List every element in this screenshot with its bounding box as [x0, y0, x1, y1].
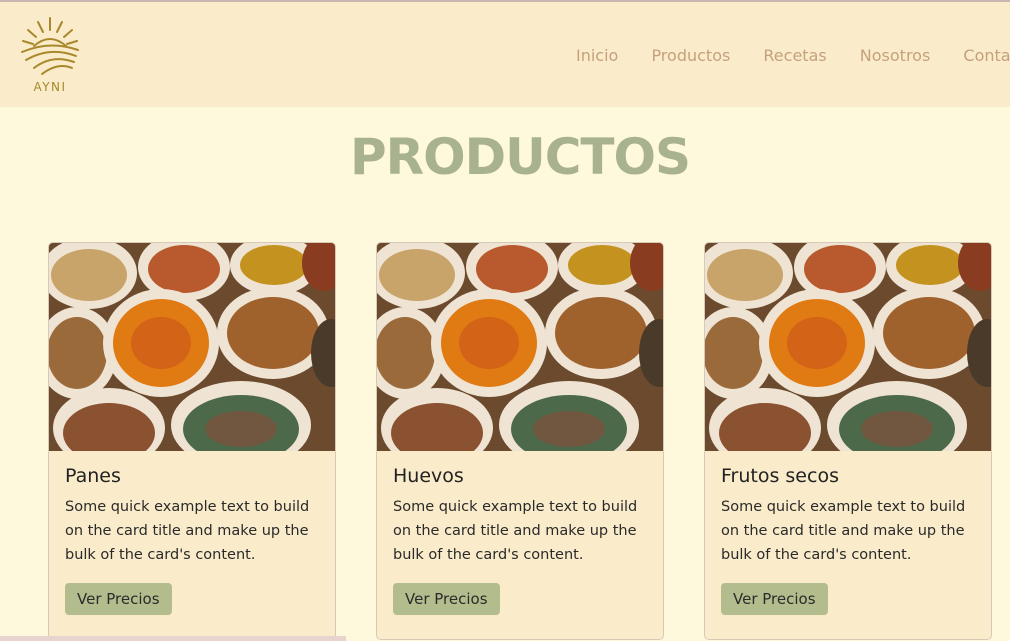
ver-precios-button[interactable]: Ver Precios	[393, 583, 500, 615]
navbar: AYNI Inicio Productos Recetas Nosotros C…	[0, 2, 1010, 107]
ver-precios-button[interactable]: Ver Precios	[65, 583, 172, 615]
product-card: Panes Some quick example text to build o…	[48, 242, 336, 640]
sun-fields-logo-icon	[21, 17, 79, 75]
nav-item-productos[interactable]: Productos	[651, 46, 730, 65]
card-title: Panes	[65, 465, 121, 487]
card-text: Some quick example text to build on the …	[721, 499, 966, 563]
nav-item-contact[interactable]: Contact	[963, 46, 1010, 65]
nuts-grains-image	[705, 243, 991, 451]
nav-item-inicio[interactable]: Inicio	[576, 46, 618, 65]
logo[interactable]: AYNI	[18, 16, 82, 100]
nav-item-recetas[interactable]: Recetas	[763, 46, 826, 65]
card-title: Frutos secos	[721, 465, 839, 487]
bottom-strip	[0, 636, 346, 641]
logo-text: AYNI	[33, 80, 67, 94]
card-text: Some quick example text to build on the …	[393, 499, 638, 563]
main-nav: Inicio Productos Recetas Nosotros Contac…	[576, 46, 1010, 65]
product-card: Frutos secos Some quick example text to …	[704, 242, 992, 640]
nuts-grains-image	[49, 243, 335, 451]
card-title: Huevos	[393, 465, 464, 487]
nav-item-nosotros[interactable]: Nosotros	[860, 46, 931, 65]
product-card: Huevos Some quick example text to build …	[376, 242, 664, 640]
card-text: Some quick example text to build on the …	[65, 499, 310, 563]
nuts-grains-image	[377, 243, 663, 451]
ver-precios-button[interactable]: Ver Precios	[721, 583, 828, 615]
page-title: PRODUCTOS	[349, 128, 691, 186]
